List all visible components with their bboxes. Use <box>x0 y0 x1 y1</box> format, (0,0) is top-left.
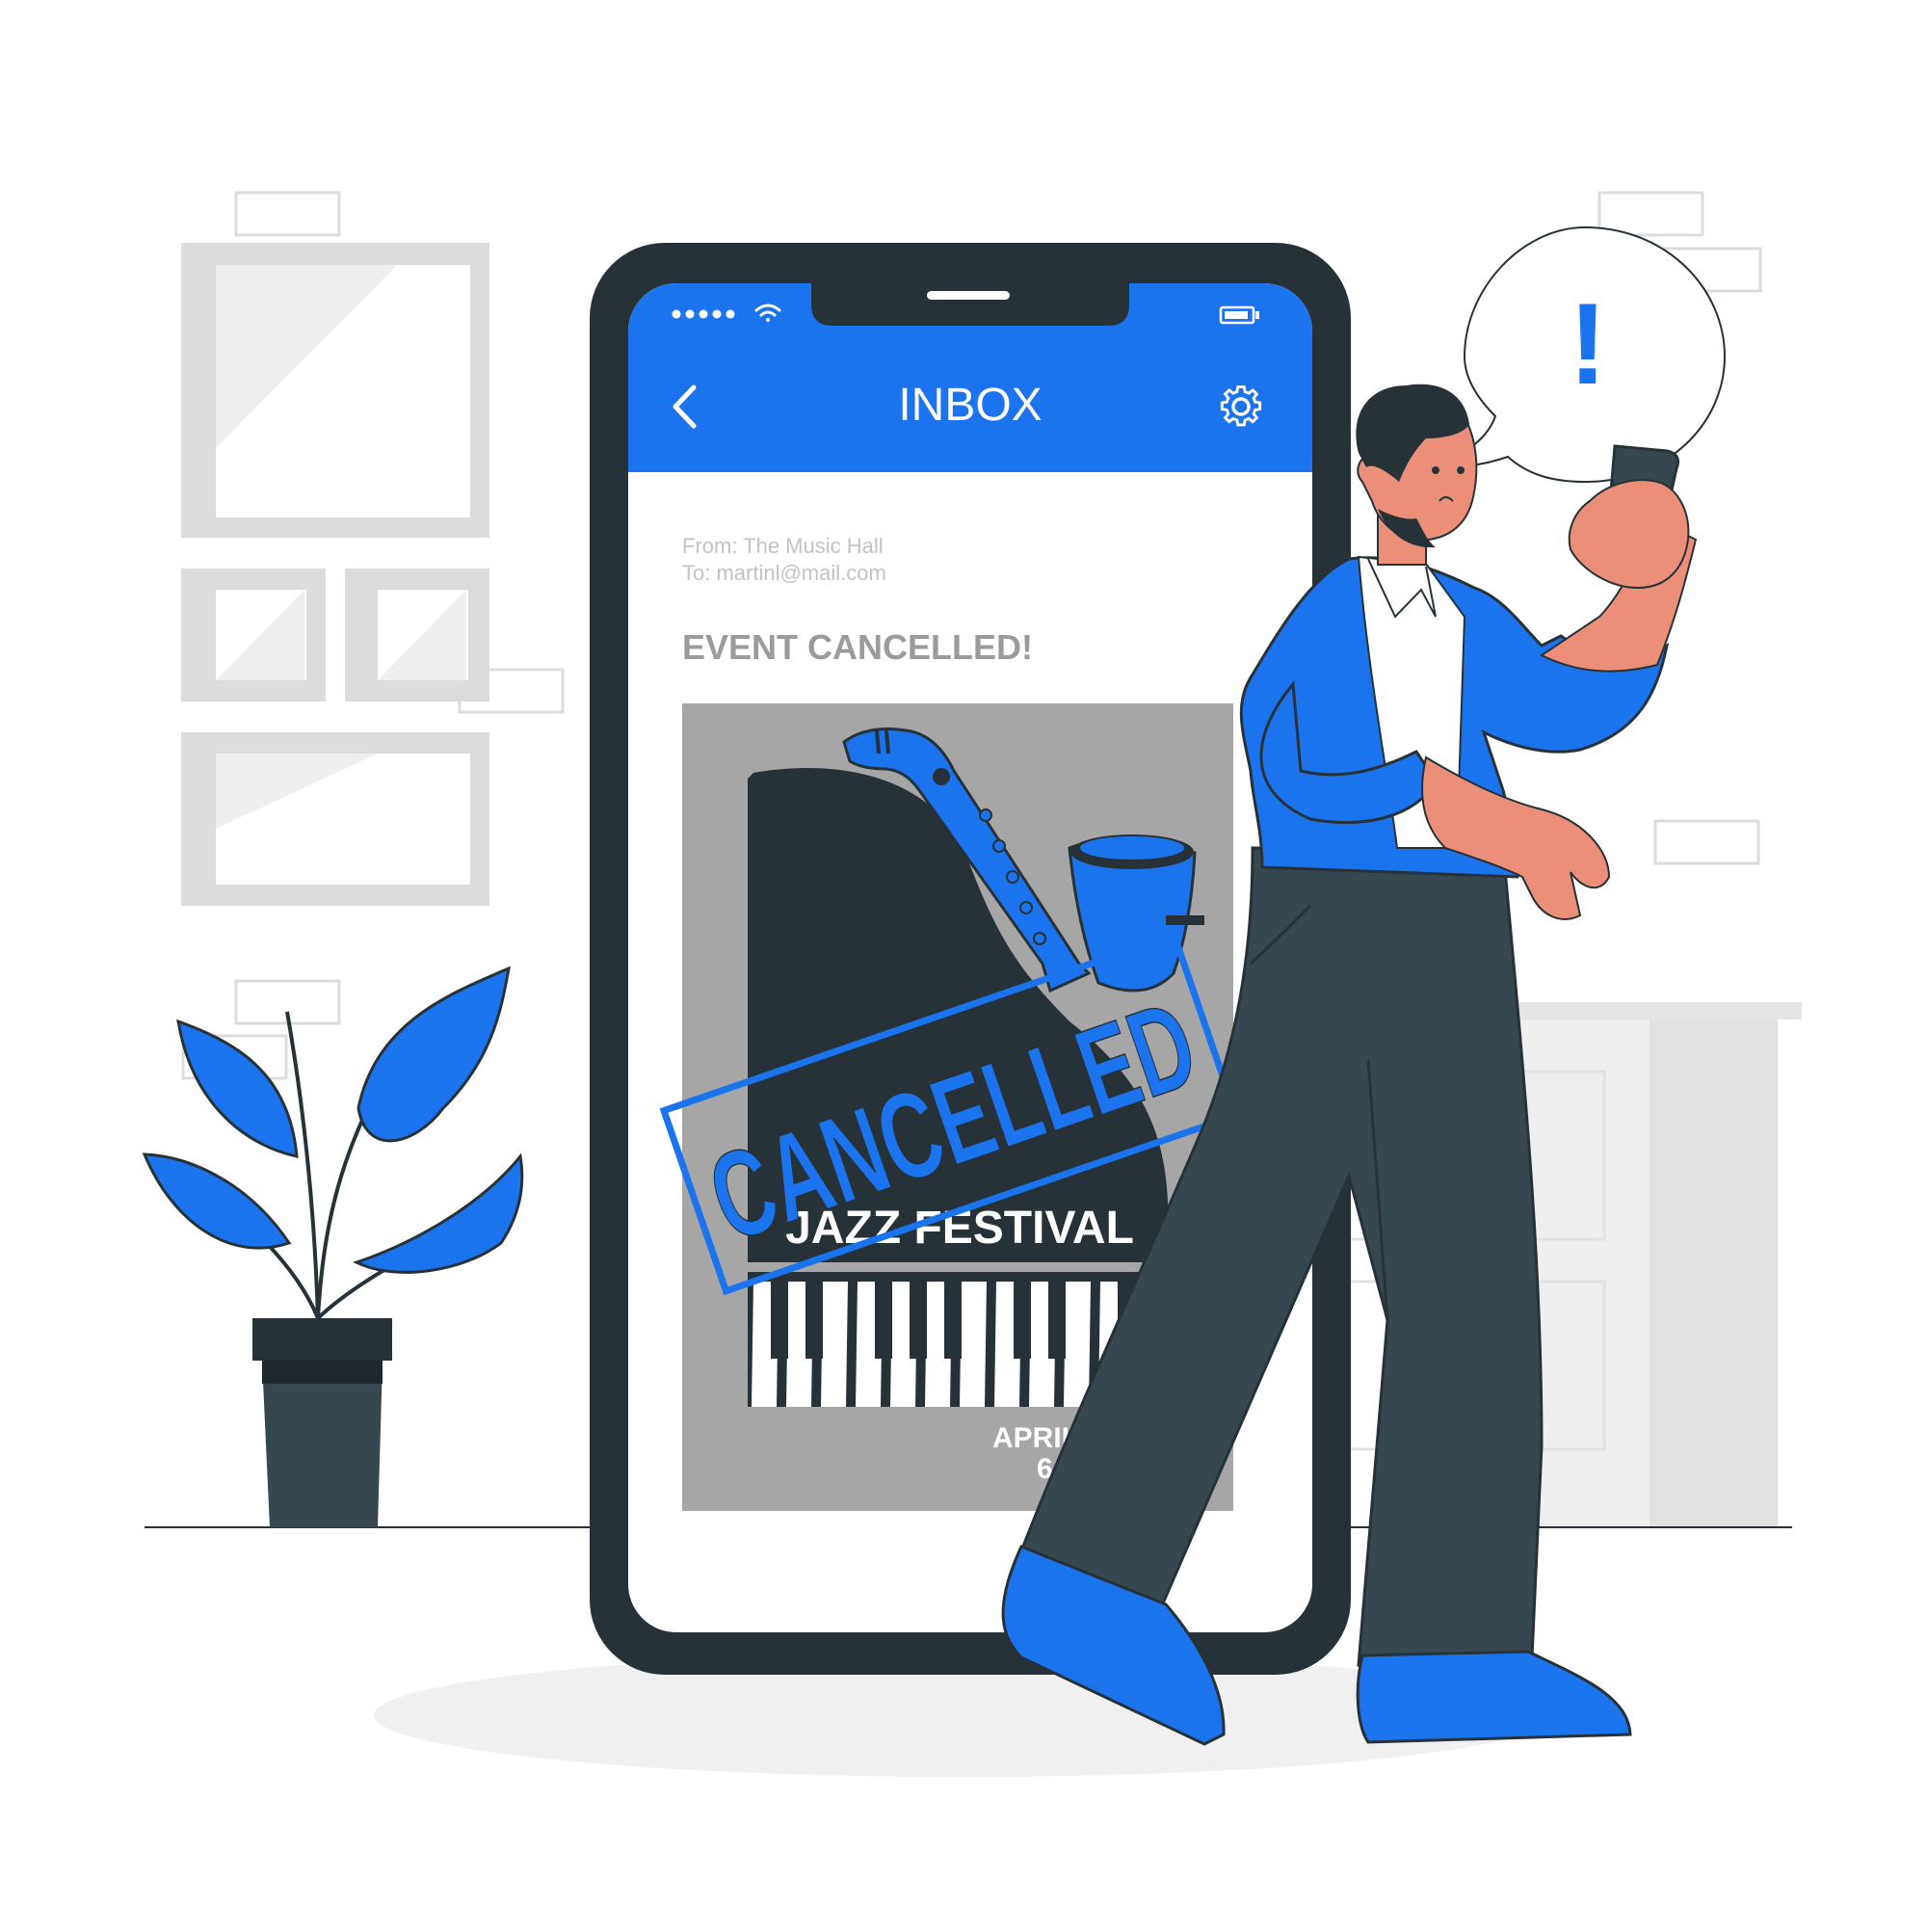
man-eye <box>1432 466 1439 474</box>
email-to: To: martinl@mail.com <box>682 561 886 585</box>
illustration-canvas: INBOX From: The Music Hall To: martinl@m… <box>142 191 1802 1777</box>
speech-bubble: ! <box>1435 225 1727 484</box>
speaker-grill <box>927 291 1010 300</box>
wall-outline-rect <box>1597 191 1704 237</box>
phone-notch <box>811 283 1129 326</box>
picture-frame-small-right <box>345 569 489 701</box>
plant-pot <box>252 1318 392 1527</box>
phone-device: INBOX From: The Music Hall To: martinl@m… <box>590 243 1351 1675</box>
man-raised-hand <box>1568 479 1690 590</box>
man-eye <box>1457 466 1465 474</box>
settings-button[interactable] <box>1214 378 1268 432</box>
alert-symbol: ! <box>1569 279 1607 409</box>
wall-outline-rect <box>234 191 341 237</box>
back-shoe <box>1356 1650 1632 1744</box>
plant-leaves <box>142 966 524 1320</box>
illustration-stage: INBOX From: The Music Hall To: martinl@m… <box>0 0 1927 1927</box>
email-from: From: The Music Hall <box>682 534 884 558</box>
picture-frame-small-left <box>181 569 326 701</box>
picture-frame-wide <box>181 732 489 906</box>
potted-plant <box>142 966 524 1527</box>
email-subject: EVENT CANCELLED! <box>682 627 1033 667</box>
wall-outline-rect <box>1653 819 1760 865</box>
page-title: INBOX <box>898 380 1042 431</box>
picture-frame-large <box>181 243 489 538</box>
app-header: INBOX <box>628 283 1312 472</box>
back-button[interactable] <box>655 376 713 434</box>
